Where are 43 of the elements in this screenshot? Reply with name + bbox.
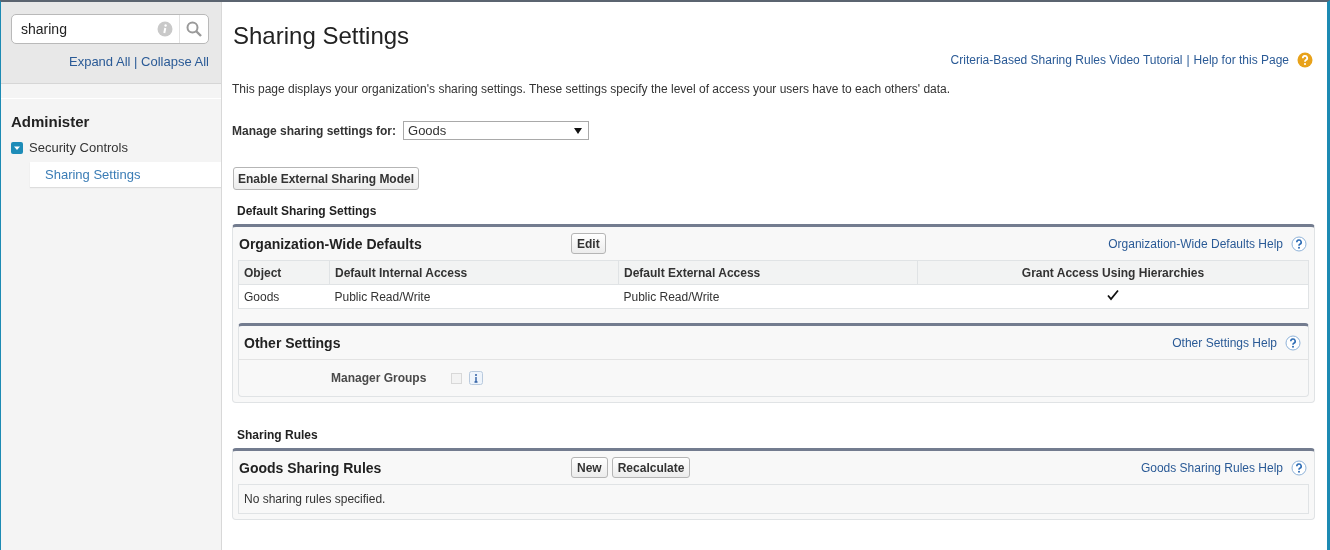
- help-link[interactable]: Help for this Page: [1193, 53, 1289, 67]
- link-separator: |: [1186, 53, 1190, 67]
- help-link[interactable]: Other Settings Help: [1172, 335, 1277, 350]
- help-link[interactable]: Criteria-Based Sharing Rules Video Tutorial: [950, 53, 1183, 67]
- help-icon[interactable]: [1291, 459, 1307, 476]
- panel-button[interactable]: Recalculate: [611, 457, 691, 478]
- search-field[interactable]: sharing: [11, 14, 209, 44]
- enable-button[interactable]: Enable External Sharing Model: [233, 167, 420, 190]
- table-cell: Goods: [238, 284, 330, 309]
- help-link[interactable]: Organization-Wide Defaults Help: [1108, 236, 1283, 251]
- table-cell: Public Read/Write: [329, 284, 619, 309]
- object-dropdown[interactable]: Goods: [403, 121, 590, 140]
- panel-title: Goods Sharing Rules: [239, 459, 383, 476]
- help-link[interactable]: Goods Sharing Rules Help: [1140, 460, 1283, 475]
- page-title: Sharing Settings: [233, 22, 411, 50]
- table-cell: Public Read/Write: [618, 284, 918, 309]
- panel-button[interactable]: New: [571, 457, 608, 478]
- column-header: Grant Access Using Hierarchies: [917, 260, 1309, 285]
- info-icon[interactable]: [469, 371, 483, 385]
- column-header: Default Internal Access: [329, 260, 619, 285]
- field-label: Manager Groups: [331, 371, 428, 385]
- help-icon[interactable]: [1285, 334, 1301, 351]
- field-label: Manage sharing settings for:: [232, 123, 397, 138]
- help-icon[interactable]: [1291, 235, 1307, 252]
- dropdown-arrow-icon[interactable]: [574, 127, 583, 134]
- link-separator: |: [134, 54, 138, 69]
- section-heading: Default Sharing Settings: [237, 204, 378, 218]
- sidebar-subitem[interactable]: Sharing Settings: [30, 162, 221, 187]
- search-icon[interactable]: [186, 21, 202, 37]
- expand-all-link[interactable]: Expand All: [69, 54, 131, 69]
- column-header: Default External Access: [618, 260, 918, 285]
- caret-down-icon[interactable]: [11, 141, 23, 154]
- panel-button[interactable]: Edit: [571, 233, 606, 254]
- help-icon[interactable]: [1297, 52, 1313, 68]
- panel-title: Organization-Wide Defaults: [239, 235, 423, 252]
- section-heading: Sharing Rules: [237, 428, 319, 442]
- sidebar-item[interactable]: Security Controls: [29, 140, 128, 155]
- page-description: This page displays your organization's sharing settings. These settings specify the level of access your users have to each others' data.: [232, 82, 952, 96]
- sidebar-heading: Administer: [11, 113, 91, 130]
- collapse-all-link[interactable]: Collapse All: [141, 54, 209, 69]
- column-header: Object: [238, 260, 330, 285]
- empty-message: No sharing rules specified.: [238, 484, 1309, 514]
- panel-title: Other Settings: [244, 334, 342, 351]
